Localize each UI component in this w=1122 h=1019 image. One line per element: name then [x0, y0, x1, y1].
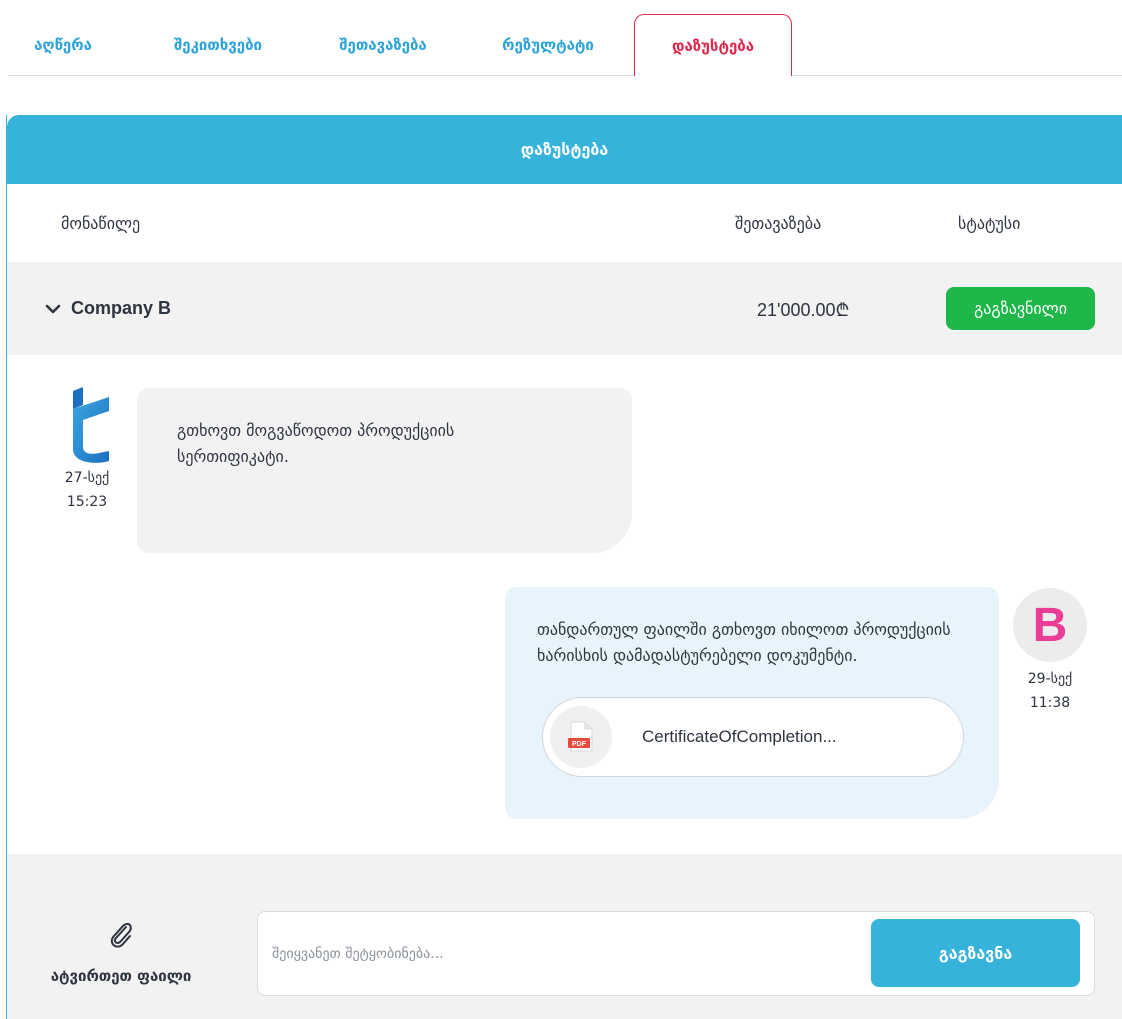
avatar: B — [1013, 588, 1087, 662]
message-thread: 27-სექ 15:23 გთხოვთ მოგვაწოდოთ პროდუქციი… — [7, 355, 1122, 853]
send-button[interactable]: გაგზავნა — [871, 919, 1080, 987]
paperclip-icon — [110, 922, 132, 948]
attach-file-label: ატვირთეთ ფაილი — [50, 967, 192, 985]
offer-price: 21'000.00₾ — [757, 300, 850, 320]
status-badge: გაგზავნილი — [946, 287, 1095, 330]
column-participant: მონაწილე — [61, 214, 141, 233]
company-name: Company B — [71, 298, 172, 318]
message-bubble-incoming: გთხოვთ მოგვაწოდოთ პროდუქციის სერთიფიკატი… — [137, 388, 632, 553]
message-timestamp: 27-სექ 15:23 — [64, 470, 110, 510]
tab-result[interactable]: რეზულტატი — [473, 14, 623, 76]
panel-title: დაზუსტება — [7, 115, 1122, 184]
message-input-box: გაგზავნა — [257, 911, 1095, 996]
tab-offer[interactable]: შეთავაზება — [308, 14, 458, 76]
tab-description[interactable]: აღწერა — [8, 14, 118, 76]
tender-logo-icon — [73, 387, 109, 463]
tab-clarification[interactable]: დაზუსტება — [634, 14, 792, 77]
clarification-panel: დაზუსტება მონაწილე შეთავაზება სტატუსი Co… — [6, 115, 1122, 1019]
tab-bar: აღწერა შეკითხვები შეთავაზება რეზულტატი დ… — [8, 0, 1122, 77]
table-row[interactable]: Company B 21'000.00₾ გაგზავნილი — [7, 262, 1122, 355]
message-text: გთხოვთ მოგვაწოდოთ პროდუქციის სერთიფიკატი… — [177, 421, 455, 466]
message-text: თანდართულ ფაილში გთხოვთ იხილოთ პროდუქციი… — [537, 620, 951, 665]
column-offer: შეთავაზება — [735, 214, 822, 233]
chevron-down-icon — [45, 304, 61, 313]
table-header: მონაწილე შეთავაზება სტატუსი — [7, 184, 1122, 262]
tab-questions[interactable]: შეკითხვები — [143, 14, 293, 76]
company-toggle[interactable]: Company B — [45, 298, 171, 319]
column-status: სტატუსი — [958, 214, 1021, 233]
message-composer: ატვირთეთ ფაილი გაგზავნა — [7, 854, 1122, 1019]
attachment-file-name: CertificateOfCompletion... — [642, 727, 837, 746]
message-input[interactable] — [258, 912, 858, 995]
attach-file-button[interactable]: ატვირთეთ ფაილი — [41, 921, 201, 985]
pdf-file-icon: PDF — [550, 706, 612, 768]
svg-text:PDF: PDF — [572, 741, 587, 748]
attachment-file[interactable]: PDF CertificateOfCompletion... — [542, 697, 964, 777]
message-timestamp: 29-სექ 11:38 — [1027, 671, 1073, 711]
